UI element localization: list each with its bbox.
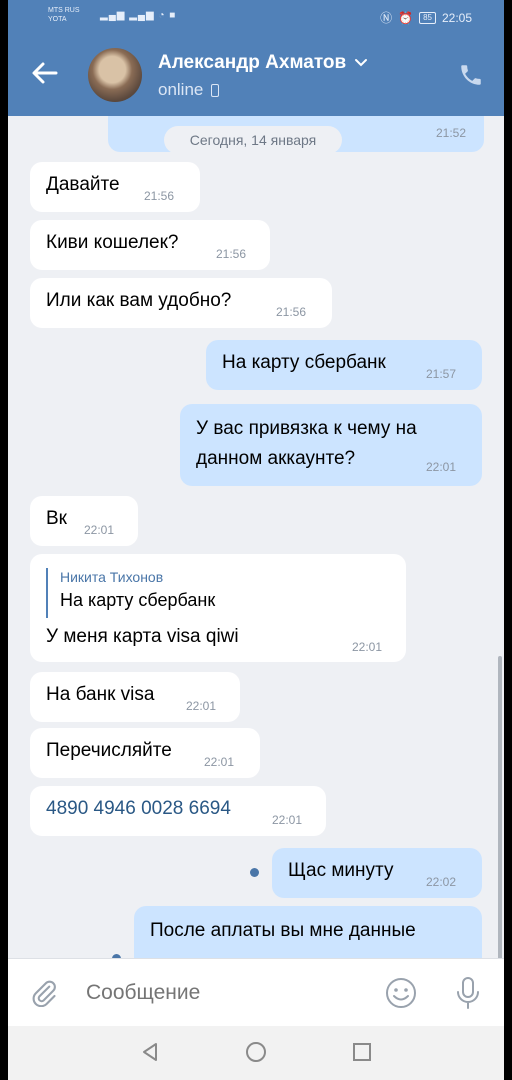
message-time: 22:01 [272,813,303,827]
message-text: На банк visa [46,684,155,705]
message-text: После аплаты вы мне данные [150,920,416,941]
message-time: 22:01 [84,523,115,537]
scrollbar[interactable] [498,656,502,958]
card-number-link[interactable]: 4890 4946 0028 6694 [46,798,231,820]
date-separator: Сегодня, 14 января [164,126,342,154]
nav-recents-icon[interactable] [350,1040,374,1064]
message-text: Киви кошелек? [46,232,179,253]
chat-header: MTS RUS YOTA ▂▄▆ ▂▄▆ ◔ ■ Ⓝ ⏰ 85 22:05 Ал… [8,0,504,116]
message-bubble[interactable]: У вас привязка к чему на данном аккаунте… [180,404,482,486]
nav-back-icon[interactable] [138,1040,162,1064]
contact-name-row[interactable]: Александр Ахматов [158,52,368,74]
message-time: 21:56 [144,189,175,203]
nav-home-icon[interactable] [244,1040,268,1064]
paperclip-icon[interactable] [30,979,58,1007]
message-text: Давайте [46,174,120,195]
message-bubble[interactable]: Перечисляйте 22:01 [30,728,260,778]
smile-icon[interactable] [384,976,418,1010]
signal-icon: ▂▄▆ ▂▄▆ ◔ ■ [100,10,177,21]
message-text: Или как вам удобно? [46,290,232,311]
system-nav-bar [8,1026,504,1080]
avatar[interactable] [88,48,142,102]
message-time: 21:52 [435,126,466,140]
message-text-line2: данном аккаунте? [196,448,356,469]
message-bubble[interactable]: На карту сбербанк 21:57 [206,340,482,390]
message-time: 21:56 [276,305,307,319]
message-text: Вк [46,508,67,529]
status-right: Ⓝ ⏰ 85 22:05 [380,9,472,26]
message-list[interactable]: 21:52 Сегодня, 14 января Давайте 21:56 К… [8,116,504,958]
message-time: 21:57 [426,367,457,381]
unread-dot [250,868,259,877]
carrier-name-2: YOTA [48,16,67,23]
phone-icon[interactable] [458,62,484,88]
online-label: online [158,80,204,99]
reply-text: На карту сбербанк [60,590,216,610]
carrier-label: MTS RUS YOTA [48,6,80,24]
message-bubble-reply[interactable]: Никита Тихонов На карту сбербанк У меня … [30,554,406,662]
contact-name: Александр Ахматов [158,52,347,73]
message-bubble[interactable]: На банк visa 22:01 [30,672,240,722]
app-frame: MTS RUS YOTA ▂▄▆ ▂▄▆ ◔ ■ Ⓝ ⏰ 85 22:05 Ал… [8,0,504,1080]
message-time: 22:01 [352,640,383,654]
message-text: У меня карта visa qiwi [46,626,239,647]
status-time: 22:05 [441,10,472,25]
carrier-name-1: MTS RUS [48,7,80,14]
message-time: 22:02 [426,875,457,889]
back-arrow-icon[interactable] [30,58,60,88]
message-bubble[interactable]: Вк 22:01 [30,496,138,546]
message-bubble[interactable]: Давайте 21:56 [30,162,200,212]
message-time: 22:01 [204,755,235,769]
message-input[interactable] [78,971,308,1015]
mobile-icon [211,83,220,97]
message-time: 22:01 [426,460,457,474]
message-text-line1: У вас привязка к чему на [196,418,417,439]
message-bubble[interactable]: Щас минуту 22:02 [272,848,482,898]
message-text: Щас минуту [288,860,394,881]
status-bar: MTS RUS YOTA ▂▄▆ ▂▄▆ ◔ ■ Ⓝ ⏰ 85 22:05 [8,0,504,36]
contact-status: online [158,80,220,100]
message-text: Перечисляйте [46,740,172,761]
message-bubble[interactable]: 4890 4946 0028 6694 22:01 [30,786,326,836]
message-time: 21:56 [216,247,247,261]
message-bubble[interactable]: Киви кошелек? 21:56 [30,220,270,270]
battery-icon: 85 [419,11,436,24]
message-bubble-partial[interactable]: После аплаты вы мне данные [134,906,482,958]
microphone-icon[interactable] [454,975,482,1011]
message-time: 22:01 [186,699,217,713]
reply-author: Никита Тихонов [60,569,164,585]
nfc-icon: Ⓝ [380,11,393,25]
message-input-bar [8,958,504,1026]
chevron-down-icon [355,59,368,67]
message-bubble[interactable]: Или как вам удобно? 21:56 [30,278,332,328]
reply-quote[interactable]: Никита Тихонов На карту сбербанк [46,568,215,618]
alarm-icon: ⏰ [398,10,414,25]
message-text: На карту сбербанк [222,352,386,373]
